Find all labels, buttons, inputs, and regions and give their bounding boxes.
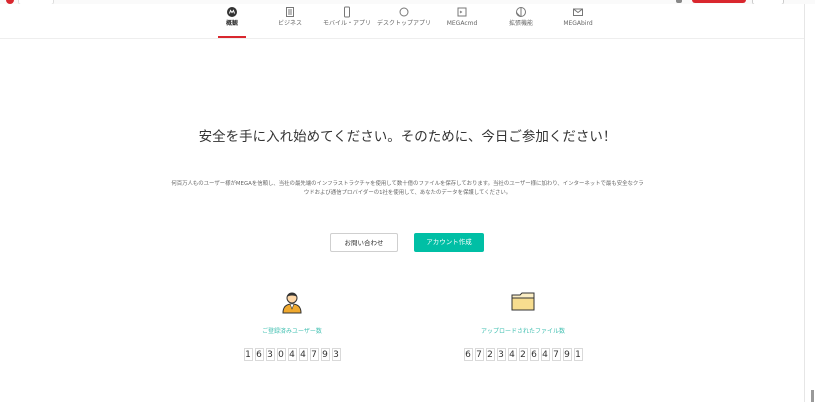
create-account-button[interactable]: アカウント作成	[414, 233, 484, 252]
nav-mobile-label: モバイル・アプリ	[322, 20, 371, 27]
hero-description: 何百万人ものユーザー様がMEGAを信頼し、当社の最先端のインフラストラクチャを使…	[171, 181, 644, 196]
contact-button[interactable]: お問い合わせ	[330, 233, 398, 252]
counter-digit: 4	[507, 348, 517, 361]
nav-desktop[interactable]: デスクトップアプリ	[377, 6, 431, 27]
overview-icon	[227, 7, 237, 17]
counter-digit: 1	[243, 348, 253, 361]
counter-digit: 0	[276, 348, 286, 361]
terminal-icon	[457, 7, 467, 17]
nav-megacmd[interactable]: MEGAcmd	[435, 6, 489, 27]
hero-title: 安全を手に入れ始めてください。そのために、今日ご参加ください！	[198, 129, 617, 145]
top-signup-button[interactable]	[692, 0, 746, 3]
counter-digit: 6	[463, 348, 473, 361]
nav-active-indicator	[218, 36, 246, 38]
nav-desktop-label: デスクトップアプリ	[377, 20, 432, 27]
counter-digit: 9	[320, 348, 330, 361]
nav-mobile[interactable]: モバイル・アプリ	[320, 6, 374, 27]
nav-business[interactable]: ビジネス	[263, 6, 317, 27]
extension-icon	[516, 7, 526, 17]
nav-megabird[interactable]: MEGAbird	[551, 6, 605, 27]
mail-icon	[573, 8, 583, 16]
counter-digit: 4	[298, 348, 308, 361]
counter-digit: 7	[551, 348, 561, 361]
counter-digit: 2	[518, 348, 528, 361]
counter-digit: 9	[562, 348, 572, 361]
counter-digit: 6	[254, 348, 264, 361]
uploaded-files-stat: アップロードされたファイル数 6 7 2 3 4 2 6 4 7 9 1	[443, 288, 603, 361]
desktop-icon	[399, 7, 409, 17]
nav-extensions[interactable]: 拡張機能	[494, 6, 548, 27]
uploaded-files-counter: 6 7 2 3 4 2 6 4 7 9 1	[443, 348, 603, 361]
counter-digit: 4	[540, 348, 550, 361]
page-edge-divider	[804, 4, 805, 402]
business-icon	[286, 7, 294, 17]
nav-overview[interactable]: 概観	[205, 6, 259, 27]
registered-users-label: ご登録済みユーザー数	[262, 328, 322, 335]
counter-digit: 6	[529, 348, 539, 361]
mobile-icon	[344, 6, 350, 18]
top-language-icon[interactable]	[676, 0, 682, 3]
folder-icon	[510, 288, 536, 314]
counter-digit: 2	[485, 348, 495, 361]
product-nav: 概観 ビジネス モバイル・アプリ デスクトップアプリ MEGAcmd 拡張機能 …	[0, 4, 805, 39]
counter-digit: 3	[331, 348, 341, 361]
counter-digit: 4	[287, 348, 297, 361]
uploaded-files-label: アップロードされたファイル数	[480, 328, 565, 335]
nav-megacmd-label: MEGAcmd	[446, 20, 478, 27]
counter-digit: 1	[573, 348, 583, 361]
counter-digit: 3	[496, 348, 506, 361]
user-icon	[279, 288, 305, 314]
scrollbar-thumb[interactable]	[811, 390, 814, 402]
registered-users-counter: 1 6 3 0 4 4 7 9 3	[212, 348, 372, 361]
nav-megabird-label: MEGAbird	[563, 20, 593, 27]
registered-users-stat: ご登録済みユーザー数 1 6 3 0 4 4 7 9 3	[212, 288, 372, 361]
nav-overview-label: 概観	[225, 20, 238, 27]
counter-digit: 7	[309, 348, 319, 361]
nav-business-label: ビジネス	[277, 20, 302, 27]
counter-digit: 7	[474, 348, 484, 361]
nav-extensions-label: 拡張機能	[508, 20, 533, 27]
counter-digit: 3	[265, 348, 275, 361]
